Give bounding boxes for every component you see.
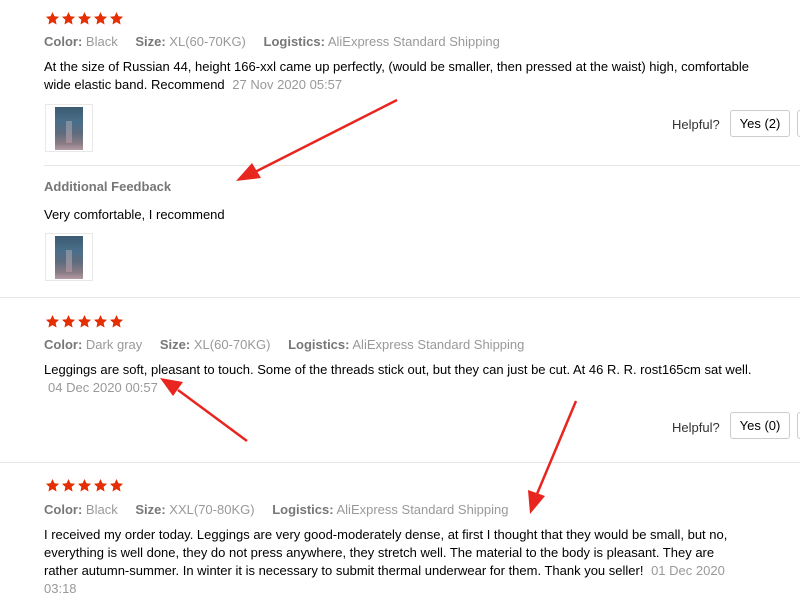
color-label: Color: — [44, 502, 83, 517]
review-date: 27 Nov 2020 05:57 — [232, 77, 343, 92]
review-text-line: Leggings are soft, pleasant to touch. So… — [44, 362, 752, 377]
color-value: Black — [85, 502, 118, 517]
review-photo-thumbnail[interactable] — [45, 104, 93, 152]
size-label: Size: — [159, 337, 191, 352]
review-text: Leggings are soft, pleasant to touch. So… — [44, 361, 751, 397]
rating-stars — [45, 11, 124, 26]
logistics-value: AliExpress Standard Shipping — [336, 502, 509, 517]
star-icon — [45, 11, 60, 26]
star-icon — [93, 11, 108, 26]
review-text-line: I received my order today. Leggings are … — [44, 527, 728, 542]
star-icon — [45, 478, 60, 493]
size-value: XXL(70-80KG) — [169, 502, 255, 517]
star-icon — [109, 314, 124, 329]
review-text: At the size of Russian 44, height 166-xx… — [44, 58, 749, 94]
logistics-label: Logistics: — [272, 502, 334, 517]
size-value: XL(60-70KG) — [193, 337, 271, 352]
review-date: 04 Dec 2020 00:57 — [48, 380, 158, 395]
review-text-line: wide elastic band. Recommend — [44, 77, 225, 92]
star-icon — [93, 478, 108, 493]
review-divider — [0, 297, 800, 298]
star-icon — [61, 11, 76, 26]
helpful-label: Helpful? — [672, 117, 720, 132]
size-label: Size: — [135, 502, 166, 517]
size-label: Size: — [135, 34, 166, 49]
red-arrow-third-review — [528, 400, 578, 514]
logistics-label: Logistics: — [288, 337, 350, 352]
size-value: XL(60-70KG) — [169, 34, 246, 49]
star-icon — [61, 314, 76, 329]
review-sku-info: Color: Black Size: XL(60-70KG) Logistics… — [44, 34, 514, 49]
review-time: 03:18 — [44, 581, 77, 596]
star-icon — [109, 478, 124, 493]
review-text-line: At the size of Russian 44, height 166-xx… — [44, 59, 750, 74]
review-text-line: rather autumn-summer. In winter it is ne… — [44, 563, 644, 578]
color-label: Color: — [44, 34, 83, 49]
red-arrow-additional-feedback — [236, 98, 398, 181]
review-sku-info: Color: Black Size: XXL(70-80KG) Logistic… — [44, 502, 523, 517]
star-icon — [77, 11, 92, 26]
star-icon — [77, 478, 92, 493]
rating-stars — [45, 478, 124, 493]
helpful-yes-button[interactable]: Yes (0) — [730, 412, 790, 439]
review-text-line: everything is well done, they do not pre… — [44, 545, 715, 560]
leggings-photo — [55, 107, 83, 150]
helpful-yes-button[interactable]: Yes (2) — [730, 110, 790, 137]
helpful-label: Helpful? — [672, 420, 720, 435]
star-icon — [77, 314, 92, 329]
star-icon — [109, 11, 124, 26]
logistics-label: Logistics: — [263, 34, 325, 49]
logistics-value: AliExpress Standard Shipping — [352, 337, 525, 352]
divider — [44, 165, 800, 166]
review-sku-info: Color: Dark gray Size: XL(60-70KG) Logis… — [44, 337, 538, 352]
color-label: Color: — [44, 337, 83, 352]
star-icon — [45, 314, 60, 329]
review-date: 01 Dec 2020 — [651, 563, 725, 578]
logistics-value: AliExpress Standard Shipping — [327, 34, 500, 49]
star-icon — [61, 478, 76, 493]
review-divider — [0, 462, 800, 463]
color-value: Dark gray — [85, 337, 143, 352]
color-value: Black — [85, 34, 118, 49]
review-text: I received my order today. Leggings are … — [44, 526, 727, 598]
additional-feedback-label: Additional Feedback — [44, 179, 172, 194]
star-icon — [93, 314, 108, 329]
additional-feedback-text: Very comfortable, I recommend — [44, 207, 225, 222]
additional-photo-thumbnail[interactable] — [45, 233, 93, 281]
leggings-photo — [55, 236, 83, 279]
rating-stars — [45, 314, 124, 329]
